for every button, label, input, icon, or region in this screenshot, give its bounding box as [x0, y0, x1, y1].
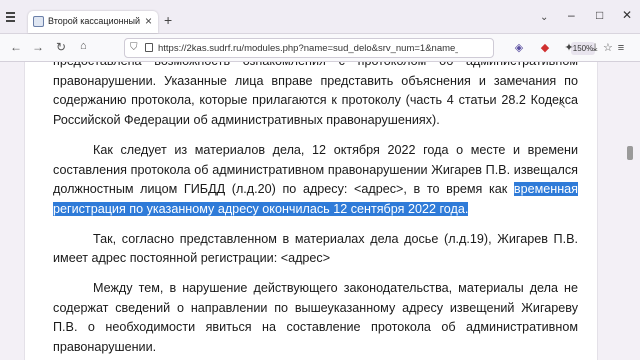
app-menu-icon[interactable]: ≡ [614, 41, 628, 55]
maximize-button[interactable]: □ [596, 8, 603, 22]
lock-icon[interactable] [145, 43, 153, 52]
tab-title: Второй кассационный суд об [48, 16, 142, 26]
back-button[interactable]: ← [10, 40, 22, 54]
new-tab-button[interactable]: + [164, 12, 172, 28]
paragraph-text: Так, согласно представленном в материала… [53, 231, 578, 266]
document-paragraph: предоставлена возможность ознакомления с… [53, 62, 578, 131]
extension-shield-icon[interactable]: ◆ [538, 41, 552, 55]
document-paragraph: Между тем, в нарушение действующего зако… [53, 279, 578, 358]
paragraph-text: Как следует из материалов дела, 12 октяб… [53, 142, 578, 197]
home-icon[interactable]: ⌂ [80, 40, 87, 52]
navigation-toolbar: ← → ↻ ⌂ ⛉ https://2kas.sudrf.ru/modules.… [0, 34, 640, 62]
tab-active[interactable]: Второй кассационный суд об × [28, 11, 158, 33]
reload-button[interactable]: ↻ [56, 40, 66, 54]
bookmark-star-icon[interactable]: ☆ [603, 41, 613, 54]
paragraph-text: Между тем, в нарушение действующего зако… [53, 281, 578, 355]
mouse-cursor-icon: ↖ [558, 100, 567, 111]
site-favicon-icon [33, 16, 44, 27]
list-all-tabs-icon[interactable] [6, 12, 20, 24]
browser-window: Второй кассационный суд об × + ⌄ – □ ✕ ←… [0, 0, 640, 360]
address-bar[interactable]: ⛉ https://2kas.sudrf.ru/modules.php?name… [124, 38, 613, 58]
paragraph-text: предоставлена возможность ознакомления с… [53, 62, 578, 128]
tabs-menu-chevron-icon[interactable]: ⌄ [540, 12, 548, 23]
tracking-protection-shield-icon[interactable]: ⛉ [130, 42, 138, 53]
document-paragraph: Как следует из материалов дела, 12 октяб… [53, 141, 578, 220]
document-text: предоставлена возможность ознакомления с… [53, 62, 578, 360]
document-paragraph: Так, согласно представленном в материала… [53, 230, 578, 269]
tab-bar: Второй кассационный суд об × + ⌄ – □ ✕ [0, 0, 640, 34]
tab-close-icon[interactable]: × [145, 14, 152, 28]
extensions-puzzle-icon[interactable]: ✦ [562, 41, 576, 55]
close-window-button[interactable]: ✕ [622, 8, 632, 22]
download-icon[interactable]: ⤓ [588, 41, 602, 55]
vertical-scrollbar[interactable] [626, 62, 634, 360]
forward-button[interactable]: → [32, 40, 44, 54]
document-page: предоставлена возможность ознакомления с… [24, 62, 598, 360]
pocket-icon[interactable]: ◈ [512, 41, 526, 55]
minimize-button[interactable]: – [568, 8, 575, 22]
scrollbar-thumb[interactable] [627, 146, 633, 160]
page-viewport: предоставлена возможность ознакомления с… [0, 62, 640, 360]
url-text[interactable]: https://2kas.sudrf.ru/modules.php?name=s… [158, 43, 458, 54]
